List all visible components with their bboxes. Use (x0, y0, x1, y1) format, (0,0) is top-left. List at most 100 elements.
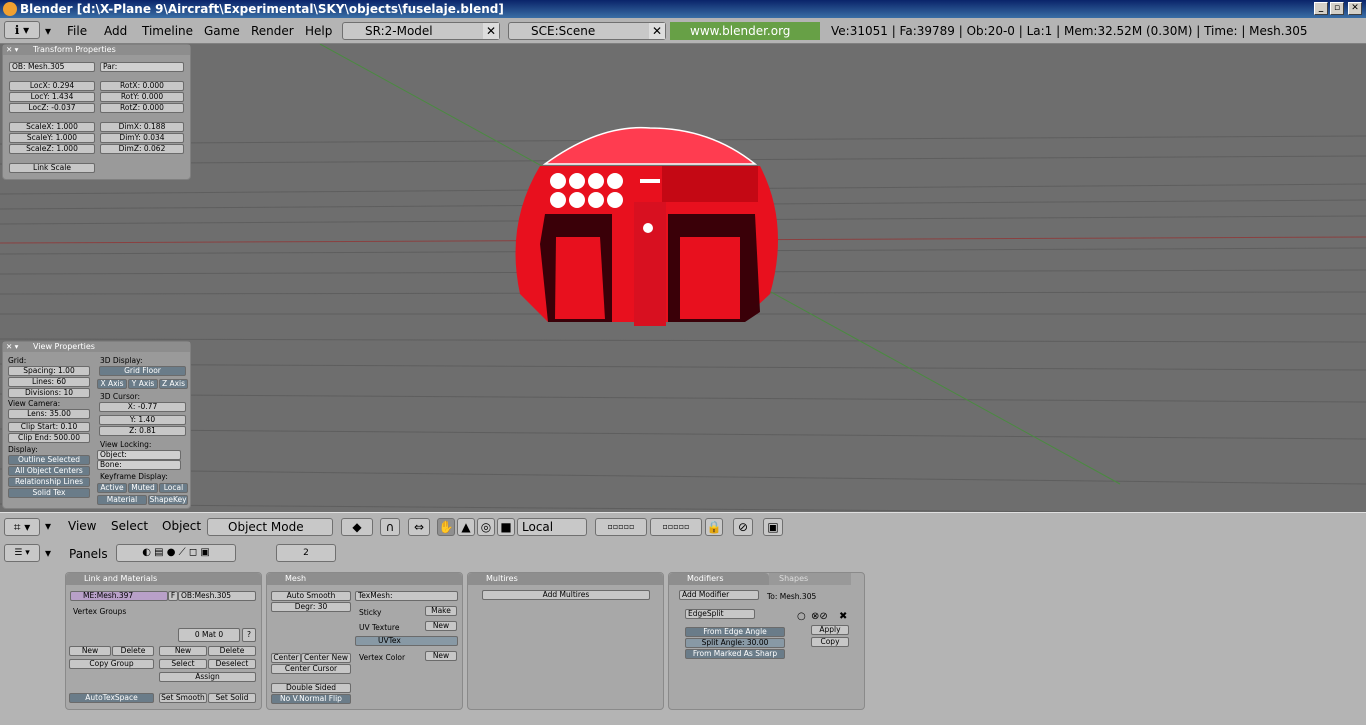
buttons-collapse-icon[interactable]: ▾ (45, 546, 51, 560)
3d-viewport[interactable]: Transform Properties ✕ ▾ OB: Mesh.305 Pa… (0, 44, 1366, 512)
kf-shapekey-toggle[interactable]: ShapeKey (148, 495, 188, 505)
kf-material-toggle[interactable]: Material (97, 495, 147, 505)
dim-y-field[interactable]: DimY: 0.034 (100, 133, 184, 143)
x-axis-toggle[interactable]: X Axis (97, 379, 127, 389)
layer-buttons-group-1[interactable]: ▫▫▫▫▫ (595, 518, 647, 536)
loc-x-field[interactable]: LocX: 0.294 (9, 81, 95, 91)
rotate-manipulator-icon[interactable]: ◎ (477, 518, 495, 536)
lens-field[interactable]: Lens: 35.00 (8, 409, 90, 419)
restore-button[interactable]: ▫ (1330, 2, 1344, 15)
from-edge-angle-toggle[interactable]: From Edge Angle (685, 627, 785, 637)
split-angle-field[interactable]: Split Angle: 30.00 (685, 638, 785, 648)
grid-editor-icon[interactable]: ⌗ ▾ (4, 518, 40, 536)
material-help-button[interactable]: ? (242, 628, 256, 642)
scale-x-field[interactable]: ScaleX: 1.000 (9, 122, 95, 132)
smooth-degree-field[interactable]: Degr: 30 (271, 602, 351, 612)
material-deselect-button[interactable]: Deselect (208, 659, 256, 669)
scale-manipulator-icon[interactable]: ■ (497, 518, 515, 536)
object-datablock-field[interactable]: OB:Mesh.305 (178, 591, 256, 601)
dim-z-field[interactable]: DimZ: 0.062 (100, 144, 184, 154)
grid-floor-toggle[interactable]: Grid Floor (99, 366, 186, 376)
render-preview-icon[interactable]: ▣ (763, 518, 783, 536)
draw-type-icon[interactable]: ◆ (341, 518, 373, 536)
set-smooth-button[interactable]: Set Smooth (159, 693, 207, 703)
header-collapse-icon[interactable]: ▾ (45, 519, 51, 533)
vgroup-delete-button[interactable]: Delete (112, 646, 154, 656)
all-object-centers-toggle[interactable]: All Object Centers (8, 466, 90, 476)
menu-file[interactable]: File (67, 24, 87, 38)
cursor-z-field[interactable]: Z: 0.81 (99, 426, 186, 436)
set-solid-button[interactable]: Set Solid (208, 693, 256, 703)
rot-x-field[interactable]: RotX: 0.000 (100, 81, 184, 91)
grid-spacing-field[interactable]: Spacing: 1.00 (8, 366, 90, 376)
menu-object[interactable]: Object (162, 519, 201, 533)
grid-lines-field[interactable]: Lines: 60 (8, 377, 90, 387)
website-link[interactable]: www.blender.org 249.2 (670, 22, 820, 56)
edgesplit-modifier-name[interactable]: EdgeSplit (685, 609, 755, 619)
close-panel-icon[interactable]: ✕ ▾ (6, 45, 18, 54)
auto-smooth-toggle[interactable]: Auto Smooth (271, 591, 351, 601)
cursor-y-field[interactable]: Y: 1.40 (99, 415, 186, 425)
mesh-datablock-field[interactable]: ME:Mesh.397 (70, 591, 168, 601)
modifier-copy-button[interactable]: Copy (811, 637, 849, 647)
material-delete-button[interactable]: Delete (208, 646, 256, 656)
modifier-move-icon[interactable]: ⊗⊘ (811, 611, 828, 622)
context-tabs[interactable]: ◐ ▤ ● ⟋ ◻ ▣ (116, 544, 236, 562)
kf-active-toggle[interactable]: Active (97, 483, 127, 493)
screen-selector[interactable]: SR:2-Model ✕ (342, 22, 500, 40)
double-sided-toggle[interactable]: Double Sided (271, 683, 351, 693)
menu-view[interactable]: View (68, 519, 96, 533)
buttons-editor-icon[interactable]: ☰ ▾ (4, 544, 40, 562)
lock-bone-field[interactable]: Bone: (97, 460, 181, 470)
parent-field[interactable]: Par: (100, 62, 184, 72)
material-index-field[interactable]: 0 Mat 0 (178, 628, 240, 642)
minimize-button[interactable]: _ (1314, 2, 1328, 15)
translate-manipulator-icon[interactable]: ▲ (457, 518, 475, 536)
modifier-cage-icon[interactable]: ○ (797, 611, 806, 622)
kf-muted-toggle[interactable]: Muted (128, 483, 158, 493)
texmesh-field[interactable]: TexMesh: (355, 591, 458, 601)
no-vnormal-flip-toggle[interactable]: No V.Normal Flip (271, 694, 351, 704)
menu-select[interactable]: Select (111, 519, 148, 533)
pivot-icon[interactable]: ∩ (380, 518, 400, 536)
menu-toggle-icon[interactable]: ▾ (45, 24, 51, 38)
uv-new-button[interactable]: New (425, 621, 457, 631)
loc-y-field[interactable]: LocY: 1.434 (9, 92, 95, 102)
add-modifier-button[interactable]: Add Modifier (679, 590, 759, 600)
center-new-button[interactable]: Center New (301, 653, 351, 663)
menu-timeline[interactable]: Timeline (142, 24, 193, 38)
lock-layers-icon[interactable]: 🔒 (705, 518, 723, 536)
vgroup-new-button[interactable]: New (69, 646, 111, 656)
close-window-button[interactable]: ✕ (1348, 2, 1362, 15)
delete-screen-icon[interactable]: ✕ (483, 23, 499, 39)
clip-end-field[interactable]: Clip End: 500.00 (8, 433, 90, 443)
loc-z-field[interactable]: LocZ: -0.037 (9, 103, 95, 113)
layers-icon[interactable]: ⇔ (408, 518, 430, 536)
menu-game[interactable]: Game (204, 24, 240, 38)
mode-selector[interactable]: Object Mode (207, 518, 333, 536)
copy-group-button[interactable]: Copy Group (69, 659, 154, 669)
frame-number-field[interactable]: 2 (276, 544, 336, 562)
shapes-tab[interactable]: Shapes (769, 573, 851, 585)
center-cursor-button[interactable]: Center Cursor (271, 664, 351, 674)
scale-y-field[interactable]: ScaleY: 1.000 (9, 133, 95, 143)
material-select-button[interactable]: Select (159, 659, 207, 669)
scene-selector[interactable]: SCE:Scene ✕ (508, 22, 666, 40)
delete-scene-icon[interactable]: ✕ (649, 23, 665, 39)
orientation-selector[interactable]: Local (517, 518, 587, 536)
uvtex-layer[interactable]: UVTex (355, 636, 458, 646)
editor-type-icon[interactable]: ℹ ▾ (4, 21, 40, 39)
y-axis-toggle[interactable]: Y Axis (128, 379, 158, 389)
center-button[interactable]: Center (271, 653, 301, 663)
modifiers-tab[interactable]: Modifiers (669, 573, 769, 585)
link-scale-button[interactable]: Link Scale (9, 163, 95, 173)
modifier-apply-button[interactable]: Apply (811, 625, 849, 635)
autotexspace-toggle[interactable]: AutoTexSpace (69, 693, 154, 703)
relationship-lines-toggle[interactable]: Relationship Lines (8, 477, 90, 487)
from-marked-sharp-toggle[interactable]: From Marked As Sharp (685, 649, 785, 659)
render-icon[interactable]: ⊘ (733, 518, 753, 536)
rot-z-field[interactable]: RotZ: 0.000 (100, 103, 184, 113)
scale-z-field[interactable]: ScaleZ: 1.000 (9, 144, 95, 154)
menu-help[interactable]: Help (305, 24, 332, 38)
add-multires-button[interactable]: Add Multires (482, 590, 650, 600)
